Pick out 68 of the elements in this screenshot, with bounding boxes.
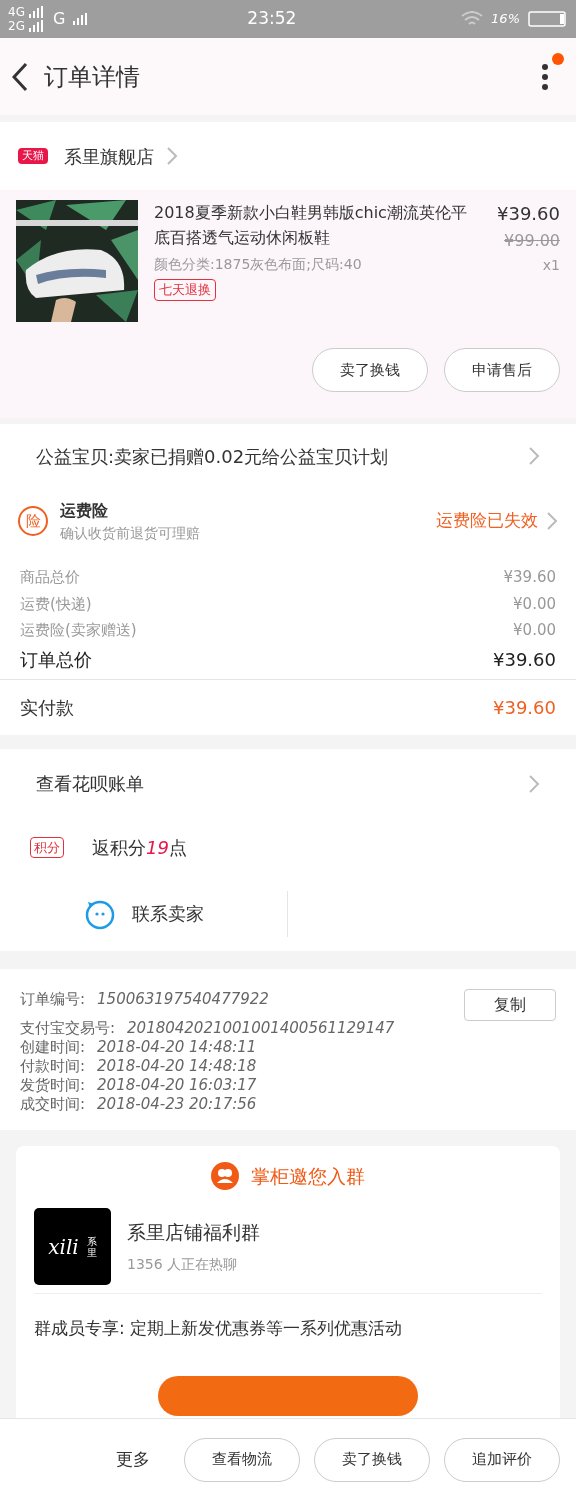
charity-row[interactable]: 公益宝贝:卖家已捐赠0.02元给公益宝贝计划 [0,424,576,488]
huabei-text: 查看花呗账单 [36,772,144,796]
contact-seller-button[interactable]: 联系卖家 [0,890,288,937]
more-dots-icon [541,61,549,92]
info-value: 150063197540477922 [97,988,269,1009]
insurance-subtitle: 确认收货前退货可理赔 [60,523,200,543]
store-link[interactable]: 系里旗舰店 [64,142,178,170]
action-button[interactable]: 申请售后 [444,348,560,392]
group-members: 1356 人正在热聊 [127,1255,239,1275]
group-people-icon [211,1161,239,1190]
price-label: 运费(快递) [20,593,92,615]
chevron-right-icon [546,511,558,531]
chevron-right-icon [528,446,540,466]
price-label: 商品总价 [20,567,80,588]
signal-icon [28,6,45,18]
info-label: 支付宝交易号: [20,1018,116,1038]
logo-subtext: 系里 [86,1235,97,1258]
join-group-button[interactable] [158,1375,418,1416]
price-label: 订单总价 [20,647,92,672]
price-value: ¥0.00 [513,620,556,641]
info-value: 2018-04-20 14:48:11 [97,1037,257,1057]
time-label: 23:52 [247,7,297,31]
network-label: 2G [8,19,25,33]
info-label: 创建时间: [20,1037,86,1057]
info-value: 2018-04-20 16:03:17 [97,1075,257,1095]
price-value: ¥39.60 [503,567,556,588]
price-value: ¥39.60 [493,647,556,672]
network-label: G [52,8,66,30]
copy-button[interactable]: 复制 [464,988,556,1021]
points-text: 返积分19点 [92,836,187,860]
chevron-right-icon [166,146,178,166]
group-name: 系里店铺福利群 [127,1219,260,1245]
action-button[interactable]: 卖了换钱 [312,348,428,392]
chevron-right-icon [528,773,540,794]
wifi-icon [461,11,484,27]
paid-label: 实付款 [20,695,74,720]
network-label: 4G [8,5,25,19]
charity-text: 公益宝贝:卖家已捐赠0.02元给公益宝贝计划 [36,444,389,469]
info-value: 2018042021001001400561129147 [127,1018,395,1038]
price-value: ¥0.00 [513,593,556,615]
info-label: 成交时间: [20,1094,86,1114]
points-badge: 积分 [30,836,64,859]
info-label: 发货时间: [20,1075,86,1095]
store-badge: 天猫 [18,147,48,165]
logo-text: xili [48,1233,79,1261]
group-heading: 掌柜邀您入群 [251,1163,365,1189]
info-label: 付款时间: [20,1056,86,1076]
paid-value: ¥39.60 [493,695,556,720]
quantity-label: x1 [542,256,560,275]
more-button[interactable]: 更多 [116,1446,150,1473]
signal-icon [73,13,90,25]
group-benefit: 群成员专享: 定期上新发优惠券等一系列优惠活动 [34,1317,404,1340]
insurance-icon: 险 [18,506,48,536]
product-title: 2018夏季新款小白鞋男韩版chic潮流英伦平底百搭透气运动休闲板鞋 [154,202,468,249]
insurance-title: 运费险 [60,499,109,522]
return-policy-tag: 七天退换 [154,279,216,301]
huabei-row[interactable]: 查看花呗账单 [0,748,576,819]
original-price: ¥99.00 [504,230,560,252]
battery-label: 16% [491,10,520,29]
battery-icon [528,11,568,27]
info-value: 2018-04-23 20:17:56 [97,1094,257,1114]
page-title: 订单详情 [44,61,140,93]
info-value: 2018-04-20 14:48:18 [97,1056,257,1076]
product-sku: 颜色分类:1875灰色布面;尺码:40 [154,255,363,274]
price-label: 运费险(卖家赠送) [20,620,137,641]
product-price: ¥39.60 [497,202,560,226]
info-label: 订单编号: [20,988,86,1009]
signal-icon [28,20,45,32]
